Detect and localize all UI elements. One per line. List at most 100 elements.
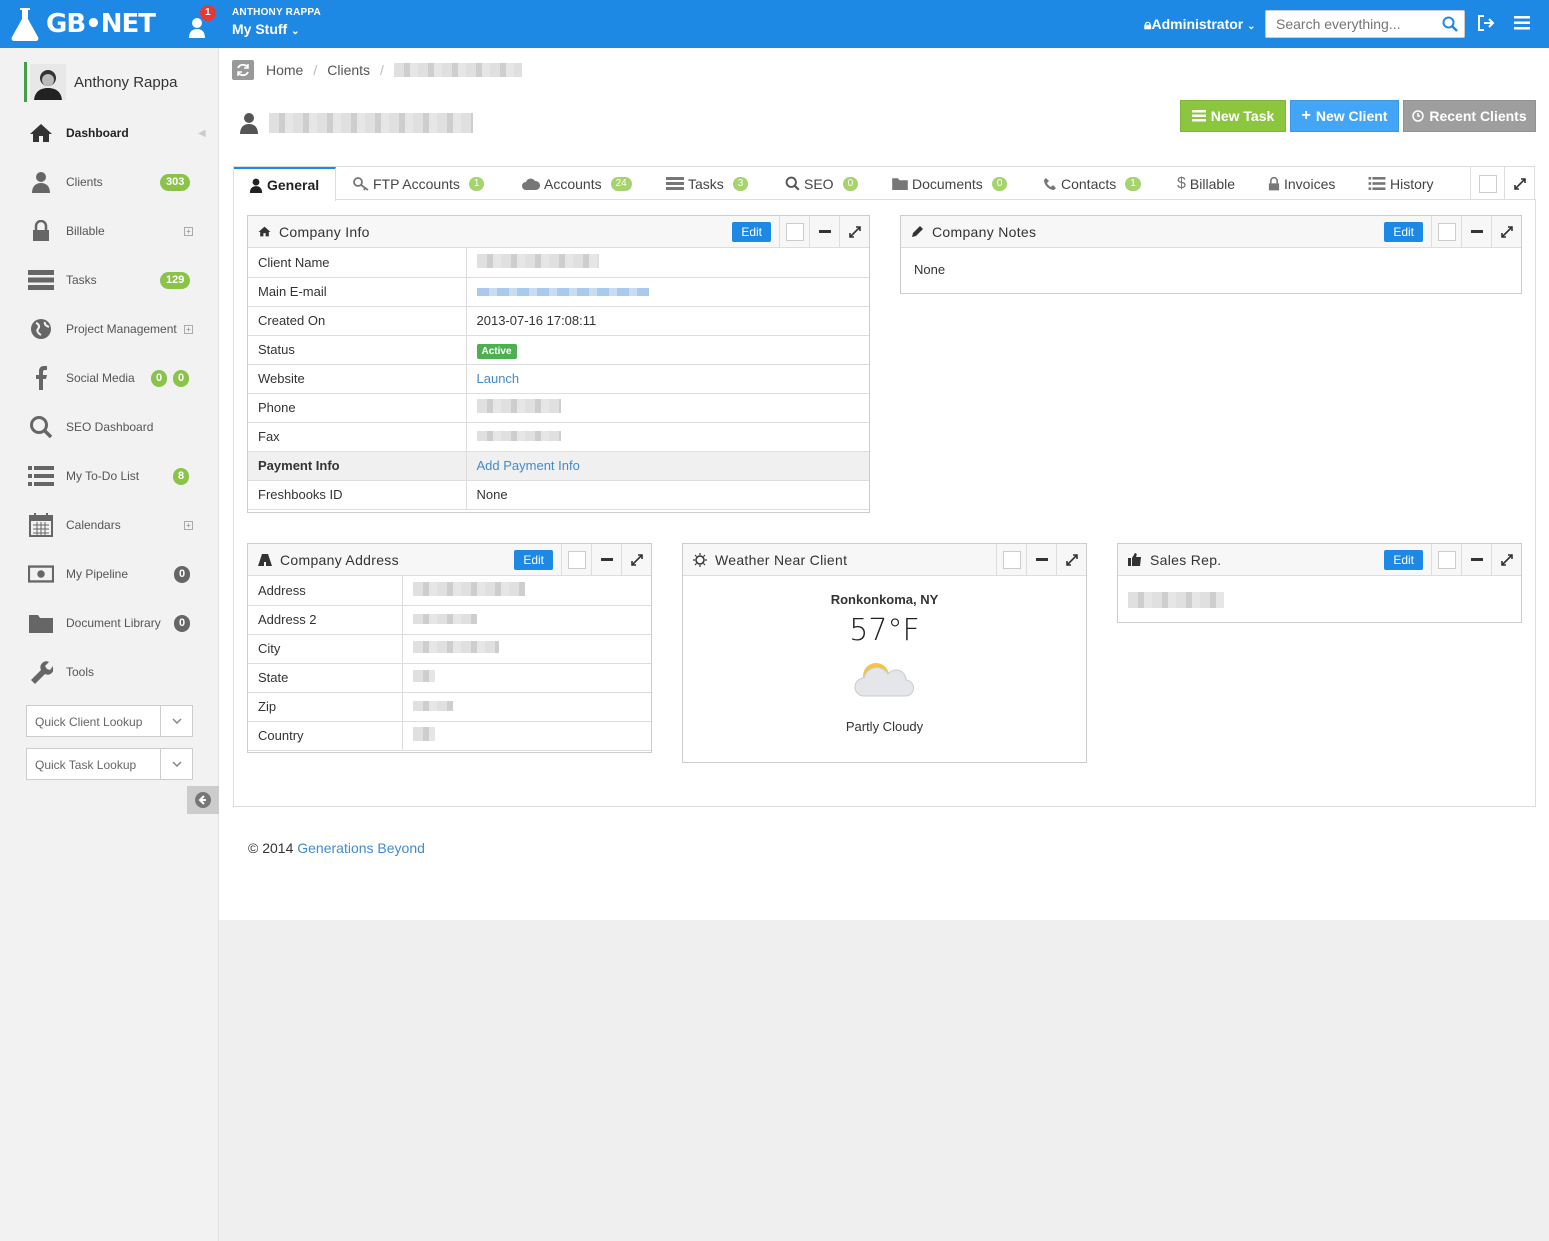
tabs-checkbox[interactable] (1470, 167, 1504, 200)
copyright: © 2014 (248, 840, 294, 856)
quick-task-lookup-label: Quick Task Lookup (35, 758, 137, 772)
sidebar-item-label: Social Media (66, 371, 135, 385)
refresh-icon[interactable] (232, 60, 254, 80)
sidebar-item-calendars[interactable]: Calendars + (0, 505, 219, 545)
new-client-button[interactable]: + New Client (1290, 100, 1399, 132)
tab-contacts[interactable]: Contacts 1 (1043, 167, 1141, 200)
lock-icon (1268, 176, 1280, 190)
minimize-icon[interactable] (809, 216, 839, 247)
table-row: Status Active (248, 335, 869, 365)
expand-icon[interactable] (1056, 544, 1086, 575)
expand-icon[interactable] (1491, 216, 1521, 247)
sales-rep-body (1118, 576, 1521, 627)
tab-billable[interactable]: $ Billable (1177, 167, 1235, 200)
edit-company-info-button[interactable]: Edit (732, 221, 771, 242)
search-box (1265, 10, 1465, 38)
chevron-down-icon[interactable] (160, 706, 192, 736)
top-navbar: GB•NET 1 ANTHONY RAPPA My Stuff ⌄ 🔒︎Admi… (0, 0, 1549, 48)
expand-icon[interactable] (1504, 167, 1535, 200)
expand-icon[interactable]: + (184, 520, 193, 530)
created-on-value: 2013-07-16 17:08:11 (466, 306, 869, 336)
tab-general[interactable]: General (234, 167, 336, 201)
minimize-icon[interactable] (1461, 544, 1491, 575)
company-notes-body: None (914, 262, 946, 277)
website-launch-link[interactable]: Launch (477, 371, 520, 386)
expand-icon[interactable] (621, 544, 651, 575)
new-task-label: New Task (1210, 108, 1275, 124)
email-link-redacted[interactable] (476, 288, 649, 296)
widget-checkbox[interactable] (1431, 544, 1461, 575)
table-row: Freshbooks ID None (248, 480, 869, 510)
search-icon[interactable] (1442, 16, 1458, 32)
expand-icon[interactable]: + (184, 226, 193, 236)
widget-checkbox[interactable] (779, 216, 809, 247)
widget-title: Weather Near Client (715, 551, 848, 568)
app-logo[interactable]: GB•NET (10, 6, 156, 42)
company-link[interactable]: Generations Beyond (297, 840, 425, 856)
collapse-sidebar-button[interactable] (187, 786, 219, 814)
notifications-button[interactable]: 1 (186, 5, 216, 40)
fax-redacted (476, 431, 561, 441)
tab-history[interactable]: History (1368, 167, 1434, 200)
row-label: Created On (248, 306, 467, 336)
sidebar-item-pipeline[interactable]: My Pipeline 0 (0, 554, 219, 594)
widget-checkbox[interactable] (996, 544, 1026, 575)
tab-ftp-accounts[interactable]: FTP Accounts 1 (353, 167, 485, 200)
add-payment-info-link[interactable]: Add Payment Info (477, 458, 580, 473)
expand-icon[interactable] (839, 216, 869, 247)
user-icon (249, 178, 263, 193)
sidebar-profile[interactable]: Anthony Rappa (24, 62, 177, 102)
sidebar-item-todo[interactable]: My To-Do List 8 (0, 456, 219, 496)
sidebar-item-seo-dashboard[interactable]: SEO Dashboard (0, 407, 219, 447)
money-icon (28, 561, 54, 587)
search-input[interactable] (1266, 11, 1436, 37)
quick-client-lookup[interactable]: Quick Client Lookup (26, 705, 193, 737)
sidebar-item-tasks[interactable]: Tasks 129 (0, 260, 219, 300)
tab-label: Documents (912, 175, 983, 192)
sidebar-item-label: Tools (66, 665, 95, 679)
admin-menu[interactable]: 🔒︎Administrator ⌄ (1144, 16, 1256, 33)
quick-task-lookup[interactable]: Quick Task Lookup (26, 748, 193, 780)
sidebar-item-social-media[interactable]: Social Media 0 0 (0, 358, 219, 398)
sidebar-item-dashboard[interactable]: Dashboard ◀ (0, 113, 219, 153)
expand-icon[interactable] (1491, 544, 1521, 575)
sidebar-item-document-library[interactable]: Document Library 0 (0, 603, 219, 643)
recent-clients-button[interactable]: Recent Clients (1403, 100, 1536, 132)
sidebar-item-label: Dashboard (66, 126, 129, 140)
sidebar-item-clients[interactable]: Clients 303 (0, 162, 219, 202)
sidebar-item-tools[interactable]: Tools (0, 652, 219, 692)
new-task-button[interactable]: New Task (1180, 100, 1286, 132)
tasks-icon (28, 267, 54, 293)
hamburger-menu-icon[interactable] (1514, 16, 1530, 30)
minimize-icon[interactable] (1026, 544, 1056, 575)
minimize-icon[interactable] (591, 544, 621, 575)
widget-checkbox[interactable] (561, 544, 591, 575)
tab-tasks[interactable]: Tasks 3 (666, 167, 749, 200)
edit-company-notes-button[interactable]: Edit (1384, 221, 1423, 242)
company-info-table: Client Name Main E-mail Created On 2013-0… (248, 248, 869, 510)
social-badge-1: 0 (151, 369, 168, 387)
redacted-value (412, 727, 435, 741)
widget-title: Sales Rep. (1150, 551, 1222, 568)
widget-checkbox[interactable] (1431, 216, 1461, 247)
sidebar-item-billable[interactable]: Billable + (0, 211, 219, 251)
tab-accounts[interactable]: Accounts 24 (522, 167, 632, 200)
redacted-value (412, 641, 499, 653)
table-row: Country (248, 721, 651, 751)
chevron-down-icon[interactable] (160, 749, 192, 779)
edit-sales-rep-button[interactable]: Edit (1384, 549, 1423, 570)
sidebar-item-project-management[interactable]: Project Management + (0, 309, 219, 349)
logout-icon[interactable] (1477, 14, 1495, 32)
tab-invoices[interactable]: Invoices (1268, 167, 1335, 200)
breadcrumb-clients[interactable]: Clients (327, 62, 370, 78)
expand-icon[interactable]: + (184, 324, 193, 334)
tab-seo[interactable]: SEO 0 (785, 167, 859, 200)
tasks-count-badge: 129 (160, 271, 191, 289)
breadcrumb-home[interactable]: Home (266, 62, 303, 78)
partly-cloudy-icon (854, 663, 914, 697)
tab-documents[interactable]: Documents 0 (892, 167, 1008, 200)
user-name-caps: ANTHONY RAPPA (232, 7, 321, 18)
edit-company-address-button[interactable]: Edit (514, 549, 553, 570)
user-menu[interactable]: ANTHONY RAPPA My Stuff ⌄ (232, 7, 321, 37)
minimize-icon[interactable] (1461, 216, 1491, 247)
